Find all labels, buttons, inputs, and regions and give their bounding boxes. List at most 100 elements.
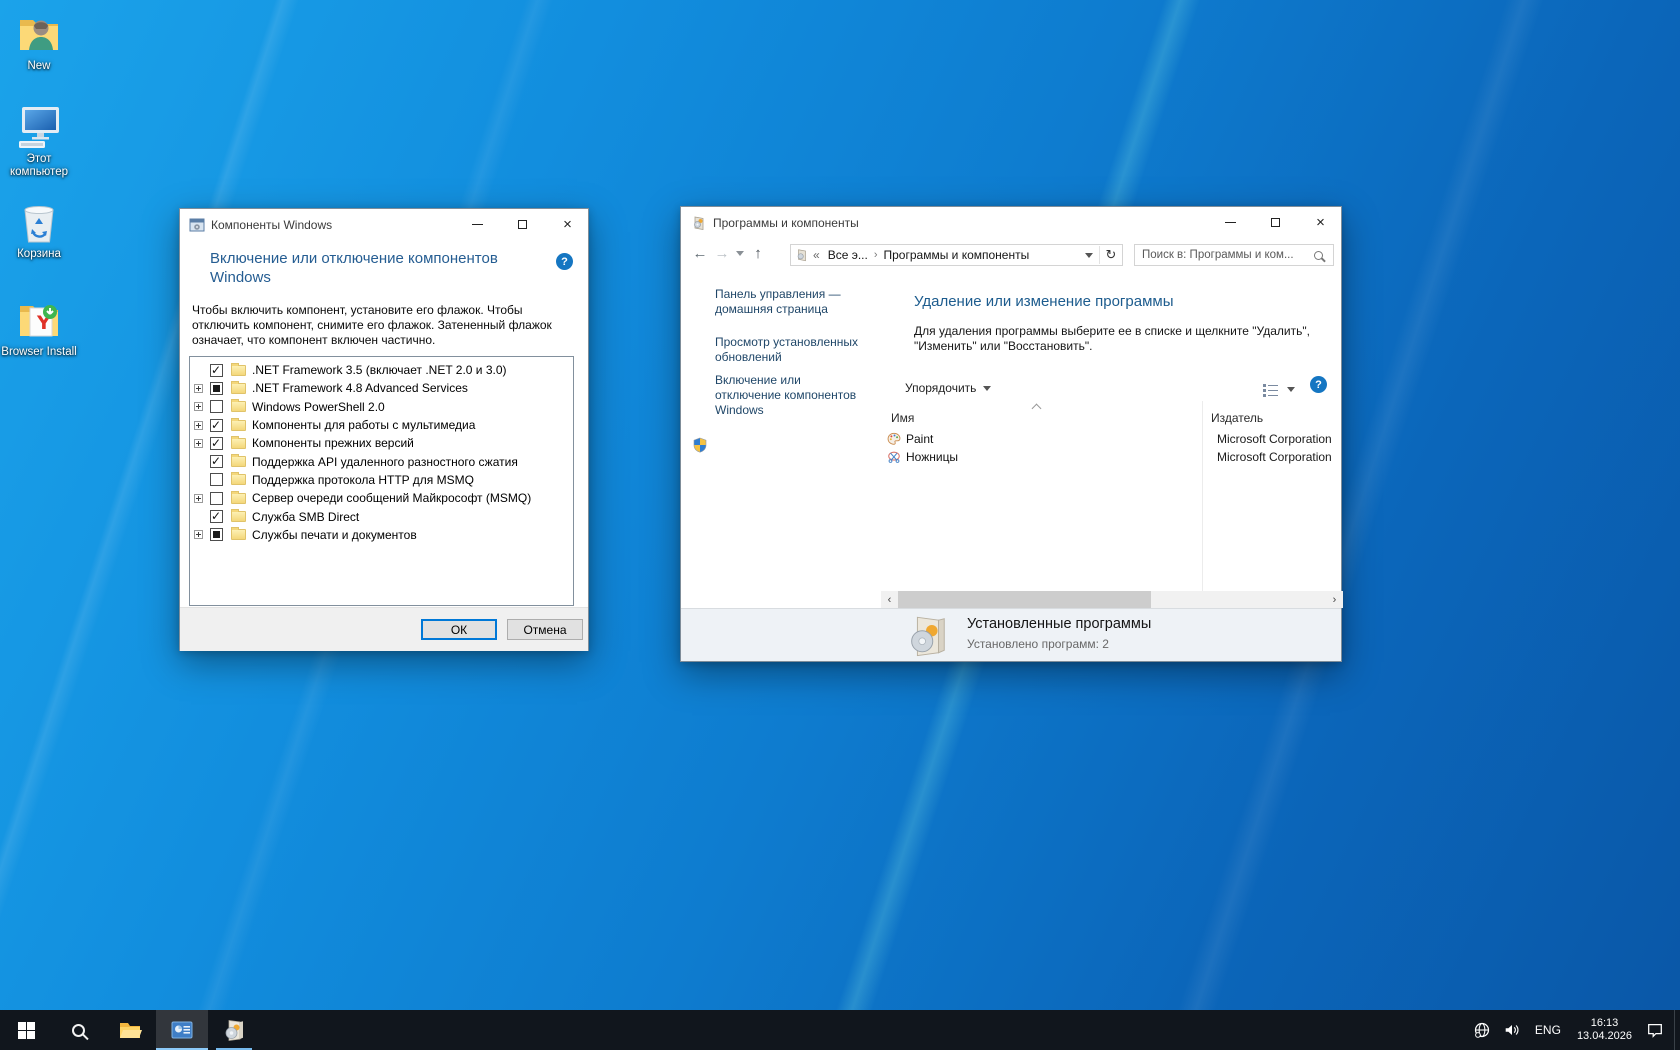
nav-updates-link[interactable]: Просмотр установленных обновлений: [715, 335, 870, 365]
uac-shield-icon: [692, 437, 708, 453]
help-button[interactable]: ?: [1310, 376, 1327, 393]
language-indicator[interactable]: ENG: [1527, 1010, 1569, 1050]
checkbox[interactable]: [210, 510, 223, 523]
search-input[interactable]: Поиск в: Программы и ком...: [1134, 244, 1334, 266]
minimize-button[interactable]: [1208, 207, 1253, 238]
help-button[interactable]: ?: [556, 253, 573, 270]
cancel-button[interactable]: Отмена: [507, 619, 583, 640]
ok-button[interactable]: ОК: [421, 619, 497, 640]
scroll-right-button[interactable]: ›: [1326, 591, 1343, 608]
clock[interactable]: 16:13 13.04.2026: [1569, 1010, 1640, 1050]
breadcrumb-root[interactable]: Все э...: [824, 248, 872, 262]
checkbox[interactable]: [210, 473, 223, 486]
minimize-icon: [1225, 222, 1236, 223]
scroll-left-button[interactable]: ‹: [881, 591, 898, 608]
feature-label: Служба SMB Direct: [252, 510, 359, 524]
action-center-button[interactable]: [1640, 1010, 1670, 1050]
checkbox[interactable]: [210, 419, 223, 432]
checkbox[interactable]: [210, 528, 223, 541]
address-dropdown-icon[interactable]: [1085, 253, 1093, 258]
forward-button[interactable]: →: [711, 239, 733, 267]
taskbar-file-explorer[interactable]: [104, 1010, 156, 1050]
expand-icon[interactable]: [194, 439, 203, 448]
minimize-button[interactable]: [455, 209, 500, 239]
browser-folder-icon: Y: [15, 296, 63, 344]
features-list[interactable]: .NET Framework 3.5 (включает .NET 2.0 и …: [189, 356, 574, 606]
expand-icon[interactable]: [194, 421, 203, 430]
desktop-icon-browser-install[interactable]: Y Browser Install: [0, 296, 78, 359]
organize-button[interactable]: Упорядочить: [899, 377, 997, 399]
feature-row[interactable]: Компоненты для работы с мультимедиа: [190, 416, 573, 434]
column-header-name[interactable]: Имя: [891, 411, 914, 425]
feature-row[interactable]: Компоненты прежних версий: [190, 434, 573, 452]
nav-windows-features-link[interactable]: Включение или отключение компонентов Win…: [715, 373, 870, 418]
feature-label: Поддержка API удаленного разностного сжа…: [252, 455, 518, 469]
expand-icon[interactable]: [194, 402, 203, 411]
maximize-button[interactable]: [1253, 207, 1298, 238]
scrollbar-thumb[interactable]: [898, 591, 1151, 608]
program-row-snipping-tool[interactable]: Ножницы Microsoft Corporation: [887, 448, 958, 465]
close-button[interactable]: ×: [545, 209, 590, 239]
breadcrumb-overflow[interactable]: «: [809, 248, 824, 262]
desktop-icon-recycle-bin[interactable]: Корзина: [0, 198, 78, 261]
recent-pages-button[interactable]: [733, 239, 747, 267]
feature-row[interactable]: Поддержка протокола HTTP для MSMQ: [190, 471, 573, 489]
checkbox[interactable]: [210, 382, 223, 395]
column-divider[interactable]: [1202, 401, 1203, 591]
up-button[interactable]: ↑: [747, 239, 769, 267]
recycle-bin-icon: [15, 198, 63, 246]
folder-icon: [231, 401, 246, 412]
feature-row[interactable]: .NET Framework 3.5 (включает .NET 2.0 и …: [190, 361, 573, 379]
window-title: Компоненты Windows: [211, 218, 332, 232]
folder-icon: [231, 493, 246, 504]
horizontal-scrollbar[interactable]: ‹ ›: [881, 591, 1343, 608]
checkbox[interactable]: [210, 492, 223, 505]
taskbar-installer-app[interactable]: [208, 1010, 260, 1050]
expand-icon[interactable]: [194, 530, 203, 539]
taskbar-search-button[interactable]: [52, 1010, 104, 1050]
checkbox[interactable]: [210, 437, 223, 450]
programs-and-features-window: Программы и компоненты × ← → ↑ « Все э..…: [680, 206, 1342, 662]
feature-row[interactable]: Служба SMB Direct: [190, 507, 573, 525]
status-count: Установлено программ: 2: [967, 637, 1109, 651]
close-button[interactable]: ×: [1298, 207, 1343, 238]
volume-icon[interactable]: [1497, 1010, 1527, 1050]
folder-icon: [231, 438, 246, 449]
folder-icon: [231, 529, 246, 540]
network-globe-icon[interactable]: [1467, 1010, 1497, 1050]
checkbox[interactable]: [210, 455, 223, 468]
feature-row[interactable]: Поддержка API удаленного разностного сжа…: [190, 452, 573, 470]
desktop-icon-new[interactable]: New: [0, 10, 78, 73]
program-row-paint[interactable]: Paint Microsoft Corporation: [887, 430, 933, 447]
nav-home-link[interactable]: Панель управления — домашняя страница: [715, 287, 870, 317]
view-dropdown-icon[interactable]: [1287, 387, 1295, 392]
desktop-icon-this-pc[interactable]: Этот компьютер: [0, 103, 78, 179]
back-button[interactable]: ←: [689, 239, 711, 267]
column-header-publisher[interactable]: Издатель: [1211, 411, 1263, 425]
feature-row[interactable]: Сервер очереди сообщений Майкрософт (MSM…: [190, 489, 573, 507]
details-view-icon[interactable]: [1263, 383, 1279, 396]
start-button[interactable]: [0, 1010, 52, 1050]
folder-icon: [231, 511, 246, 522]
expand-icon[interactable]: [194, 494, 203, 503]
installed-programs-icon: [904, 612, 950, 659]
refresh-button[interactable]: ↻: [1100, 248, 1122, 263]
page-description: Для удаления программы выберите ее в спи…: [914, 324, 1338, 354]
expand-icon[interactable]: [194, 384, 203, 393]
taskbar-programs-app[interactable]: [156, 1010, 208, 1050]
organize-label: Упорядочить: [905, 381, 976, 395]
checkbox[interactable]: [210, 400, 223, 413]
feature-label: Сервер очереди сообщений Майкрософт (MSM…: [252, 491, 531, 505]
programs-app-icon: [691, 215, 707, 231]
breadcrumb-current[interactable]: Программы и компоненты: [880, 248, 1034, 262]
maximize-button[interactable]: [500, 209, 545, 239]
details-pane: Установленные программы Установлено прог…: [681, 608, 1341, 661]
address-bar[interactable]: « Все э... › Программы и компоненты ↻: [790, 244, 1123, 266]
show-desktop-button[interactable]: [1674, 1010, 1680, 1050]
program-publisher: Microsoft Corporation: [1217, 432, 1332, 446]
feature-row[interactable]: .NET Framework 4.8 Advanced Services: [190, 379, 573, 397]
maximize-icon: [1271, 218, 1280, 227]
checkbox[interactable]: [210, 364, 223, 377]
feature-row[interactable]: Службы печати и документов: [190, 526, 573, 544]
feature-row[interactable]: Windows PowerShell 2.0: [190, 398, 573, 416]
